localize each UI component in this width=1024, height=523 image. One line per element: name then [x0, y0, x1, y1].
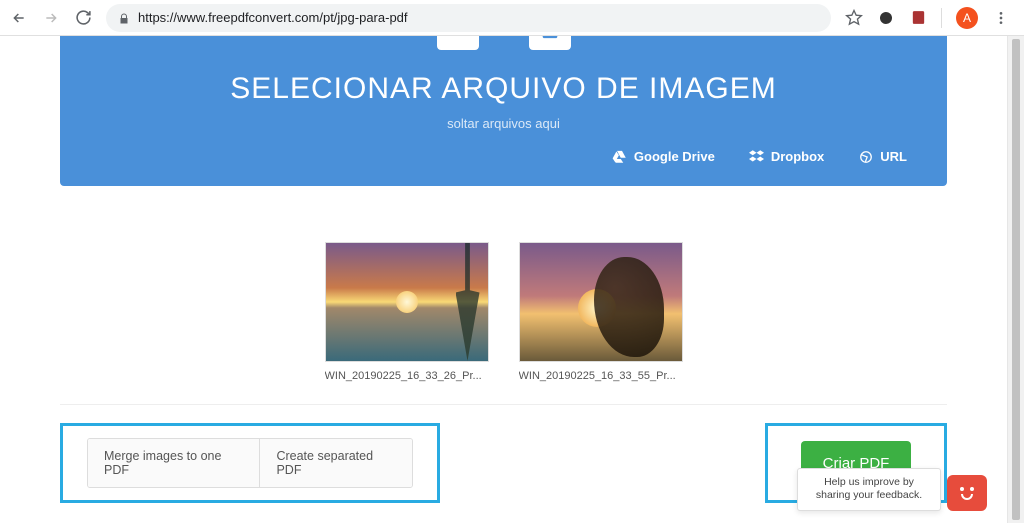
source-label: Google Drive [634, 149, 715, 164]
file-item[interactable]: WIN_20190225_16_33_26_Pr... [325, 242, 489, 382]
divider [941, 8, 942, 28]
back-button[interactable] [10, 9, 28, 27]
browser-toolbar: https://www.freepdfconvert.com/pt/jpg-pa… [0, 0, 1024, 36]
pdf-extension-icon[interactable] [909, 9, 927, 27]
file-list: WIN_20190225_16_33_26_Pr... WIN_20190225… [0, 242, 1007, 382]
merge-options-highlight: Merge images to one PDF Create separated… [60, 423, 440, 503]
separate-option-button[interactable]: Create separated PDF [259, 439, 412, 487]
hero-title: SELECIONAR ARQUIVO DE IMAGEM [90, 72, 917, 106]
dropbox-icon [749, 149, 764, 164]
feedback-tooltip: Help us improve by sharing your feedback… [797, 468, 941, 511]
file-name: WIN_20190225_16_33_55_Pr... [519, 370, 683, 382]
file-name: WIN_20190225_16_33_26_Pr... [325, 370, 489, 382]
url-icon [858, 149, 873, 164]
profile-avatar[interactable]: A [956, 7, 978, 29]
forward-button[interactable] [42, 9, 60, 27]
hero-subtitle: soltar arquivos aqui [90, 116, 917, 131]
source-google-drive[interactable]: Google Drive [612, 149, 715, 164]
merge-option-button[interactable]: Merge images to one PDF [88, 439, 259, 487]
file-item[interactable]: WIN_20190225_16_33_55_Pr... [519, 242, 683, 382]
file-type-icon [529, 36, 571, 50]
image-type-icon [437, 36, 479, 50]
reload-button[interactable] [74, 9, 92, 27]
star-icon[interactable] [845, 9, 863, 27]
source-dropbox[interactable]: Dropbox [749, 149, 824, 164]
feedback-launcher[interactable] [947, 475, 987, 511]
file-thumbnail [519, 242, 683, 362]
lock-icon [118, 12, 130, 24]
url-text: https://www.freepdfconvert.com/pt/jpg-pa… [138, 10, 408, 25]
smiley-icon [957, 485, 977, 501]
vertical-scrollbar[interactable] [1007, 36, 1024, 523]
hero-icon-row [90, 36, 917, 50]
source-url[interactable]: URL [858, 149, 907, 164]
source-label: Dropbox [771, 149, 824, 164]
upload-hero[interactable]: SELECIONAR ARQUIVO DE IMAGEM soltar arqu… [60, 36, 947, 186]
menu-icon[interactable] [992, 9, 1010, 27]
source-label: URL [880, 149, 907, 164]
google-drive-icon [612, 149, 627, 164]
source-row: Google Drive Dropbox URL [90, 149, 917, 164]
merge-toggle-group: Merge images to one PDF Create separated… [87, 438, 413, 488]
page-viewport: SELECIONAR ARQUIVO DE IMAGEM soltar arqu… [0, 36, 1007, 523]
address-bar[interactable]: https://www.freepdfconvert.com/pt/jpg-pa… [106, 4, 831, 32]
extensions-area: A [845, 7, 1014, 29]
extension-icon[interactable] [877, 9, 895, 27]
file-thumbnail [325, 242, 489, 362]
